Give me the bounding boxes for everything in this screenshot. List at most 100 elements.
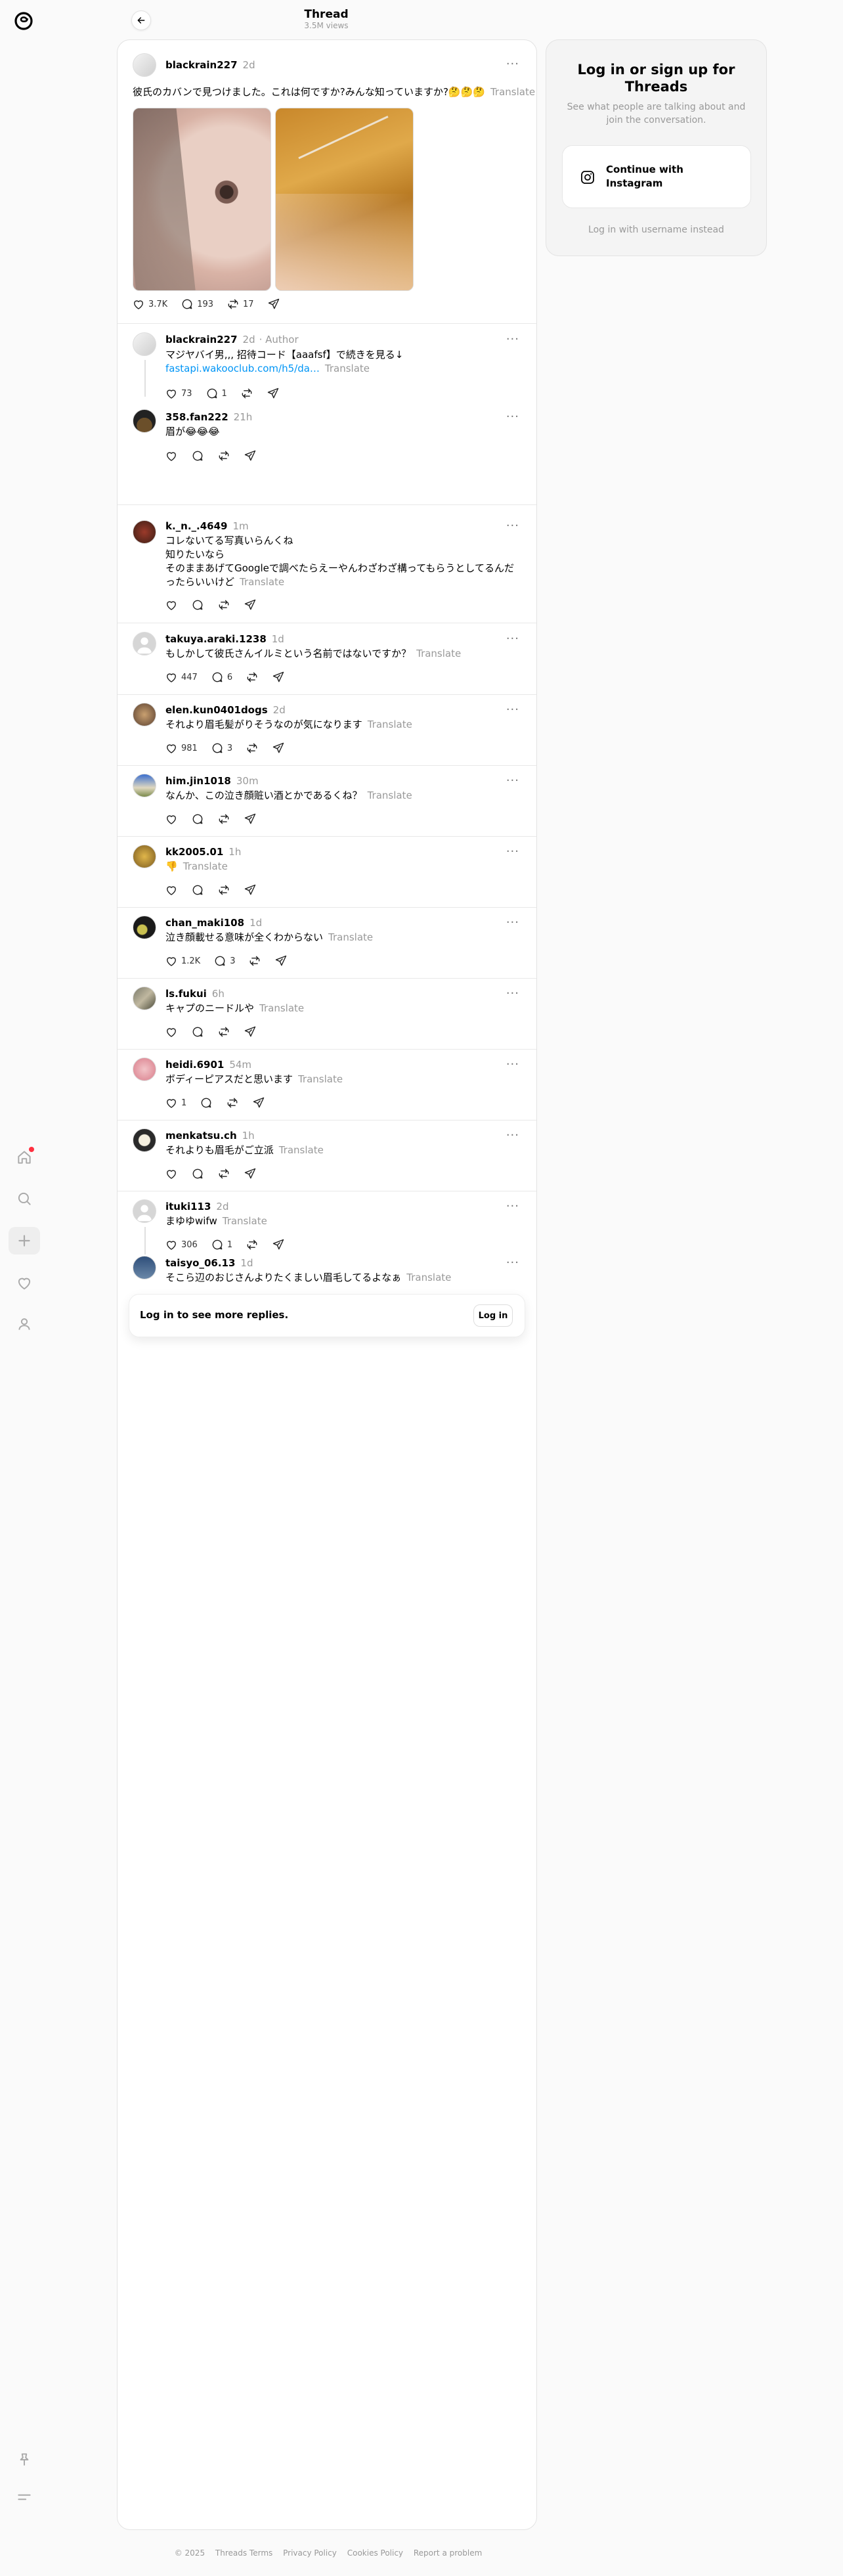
avatar[interactable] (133, 987, 156, 1010)
repost-button[interactable] (217, 449, 230, 462)
share-button[interactable] (244, 1167, 257, 1180)
threads-logo-icon[interactable] (12, 9, 35, 33)
like-button[interactable] (165, 812, 178, 826)
translate-link[interactable]: Translate (406, 1272, 451, 1283)
avatar[interactable] (133, 774, 156, 797)
like-button[interactable]: 73 (165, 387, 192, 400)
reply-author[interactable]: k._n._.4649 1m (165, 520, 249, 532)
footer-link-terms[interactable]: Threads Terms (215, 2548, 272, 2558)
reply-button[interactable] (191, 1025, 204, 1038)
share-button[interactable] (244, 812, 257, 826)
avatar[interactable] (133, 1199, 156, 1223)
avatar[interactable] (133, 520, 156, 544)
reply-author[interactable]: takuya.araki.1238 1d (165, 633, 284, 645)
reply-author[interactable]: ls.fukui 6h (165, 988, 225, 1000)
avatar[interactable] (133, 632, 156, 655)
share-button[interactable] (272, 1238, 285, 1251)
repost-button[interactable] (248, 954, 261, 967)
like-button[interactable] (165, 883, 178, 897)
avatar[interactable] (133, 916, 156, 939)
more-options-icon[interactable]: ··· (506, 916, 519, 929)
reply-author[interactable]: him.jin1018 30m (165, 775, 259, 787)
avatar[interactable] (133, 332, 156, 356)
avatar[interactable] (133, 409, 156, 433)
more-options-icon[interactable]: ··· (506, 57, 519, 71)
menu-icon[interactable] (13, 2486, 35, 2508)
like-button[interactable]: 1.2K (165, 954, 200, 967)
reply-button[interactable]: 3 (211, 742, 232, 755)
pin-icon[interactable] (13, 2449, 35, 2471)
reply-author[interactable]: chan_maki108 1d (165, 917, 262, 929)
avatar[interactable] (133, 1256, 156, 1279)
translate-link[interactable]: Translate (416, 648, 461, 659)
plus-icon[interactable] (9, 1227, 40, 1255)
share-button[interactable] (272, 742, 285, 755)
like-button[interactable]: 981 (165, 742, 198, 755)
avatar[interactable] (133, 845, 156, 868)
back-button[interactable] (131, 11, 151, 30)
reply-author[interactable]: menkatsu.ch 1h (165, 1130, 255, 1142)
share-button[interactable] (244, 598, 257, 611)
reply-button[interactable] (191, 598, 204, 611)
like-button[interactable]: 306 (165, 1238, 198, 1251)
repost-button[interactable] (217, 598, 230, 611)
footer-link-report[interactable]: Report a problem (414, 2548, 482, 2558)
reply-button[interactable]: 3 (213, 954, 235, 967)
translate-link[interactable]: Translate (298, 1073, 343, 1085)
share-button[interactable] (244, 883, 257, 897)
reply-button[interactable] (191, 883, 204, 897)
login-button[interactable]: Log in (473, 1304, 513, 1327)
more-options-icon[interactable]: ··· (506, 1199, 519, 1213)
share-button[interactable] (267, 298, 280, 311)
continue-with-instagram-button[interactable]: Continue with Instagram (562, 145, 751, 208)
reply-button[interactable]: 6 (211, 671, 232, 684)
external-link[interactable]: fastapi.wakooclub.com/h5/da… (165, 363, 320, 374)
like-button[interactable] (165, 1025, 178, 1038)
share-button[interactable] (267, 387, 280, 400)
like-button[interactable]: 447 (165, 671, 198, 684)
home-icon[interactable] (13, 1146, 35, 1168)
footer-link-privacy[interactable]: Privacy Policy (283, 2548, 337, 2558)
share-button[interactable] (244, 1025, 257, 1038)
more-options-icon[interactable]: ··· (506, 703, 519, 717)
like-button[interactable]: 1 (165, 1096, 186, 1109)
post-image[interactable] (275, 108, 414, 291)
more-options-icon[interactable]: ··· (506, 987, 519, 1000)
more-options-icon[interactable]: ··· (506, 410, 519, 424)
share-button[interactable] (252, 1096, 265, 1109)
more-options-icon[interactable]: ··· (506, 1057, 519, 1071)
translate-link[interactable]: Translate (325, 363, 370, 374)
reply-button[interactable] (191, 1167, 204, 1180)
person-icon[interactable] (13, 1313, 35, 1335)
translate-link[interactable]: Translate (328, 931, 373, 943)
username-login-link[interactable]: Log in with username instead (546, 225, 766, 235)
repost-button[interactable]: 17 (227, 298, 254, 311)
share-button[interactable] (272, 671, 285, 684)
avatar[interactable] (133, 703, 156, 726)
repost-button[interactable] (217, 1025, 230, 1038)
translate-link[interactable]: Translate (368, 789, 412, 801)
avatar[interactable] (133, 53, 156, 77)
more-options-icon[interactable]: ··· (506, 332, 519, 346)
reply-author[interactable]: elen.kun0401dogs 2d (165, 704, 286, 716)
reply-button[interactable] (200, 1096, 213, 1109)
repost-button[interactable] (246, 742, 259, 755)
share-button[interactable] (274, 954, 288, 967)
like-button[interactable]: 3.7K (132, 298, 167, 311)
like-button[interactable] (165, 1167, 178, 1180)
translate-link[interactable]: Translate (279, 1144, 324, 1156)
reply-author[interactable]: 358.fan222 21h (165, 411, 252, 423)
repost-button[interactable] (226, 1096, 239, 1109)
search-icon[interactable] (13, 1188, 35, 1210)
repost-button[interactable] (217, 812, 230, 826)
repost-button[interactable] (217, 883, 230, 897)
translate-link[interactable]: Translate (223, 1215, 267, 1227)
more-options-icon[interactable]: ··· (506, 1128, 519, 1142)
repost-button[interactable] (217, 1167, 230, 1180)
more-options-icon[interactable]: ··· (506, 845, 519, 858)
like-button[interactable] (165, 449, 178, 462)
reply-author[interactable]: blackrain227 2d · Author (165, 334, 299, 345)
heart-icon[interactable] (13, 1272, 35, 1294)
reply-button[interactable]: 193 (181, 298, 213, 311)
more-options-icon[interactable]: ··· (506, 632, 519, 646)
